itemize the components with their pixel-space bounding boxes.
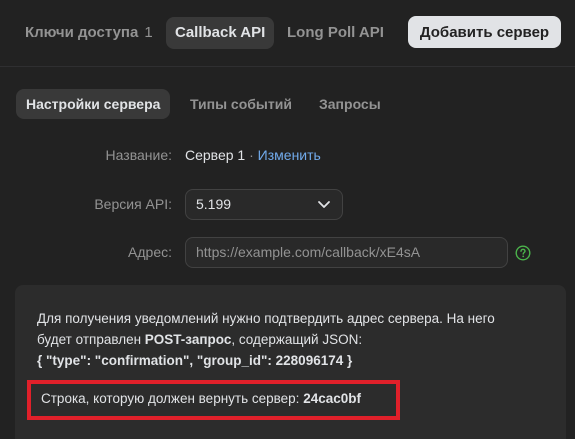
api-version-select[interactable]: 5.199: [185, 189, 343, 220]
post-request-text: POST-запрос: [144, 332, 232, 347]
json-example-text: { "type": "confirmation", "group_id": 22…: [37, 353, 353, 368]
edit-name-link[interactable]: Изменить: [258, 147, 321, 163]
confirmation-code-highlight: Строка, которую должен вернуть сервер: 2…: [27, 380, 400, 420]
info-line-2: будет отправлен POST-запрос, содержащий …: [37, 329, 547, 350]
server-name-value: Сервер 1: [185, 147, 246, 163]
callback-api-page: Ключи доступа 1 Callback API Long Poll AP…: [0, 0, 575, 439]
tab-event-types[interactable]: Типы событий: [180, 89, 302, 119]
info-line-2-post: , содержащий JSON:: [231, 332, 363, 347]
address-input[interactable]: https://example.com/callback/xE4sA: [185, 237, 508, 268]
tab-long-poll-api-label: Long Poll API: [287, 24, 384, 41]
tab-access-keys[interactable]: Ключи доступа 1: [16, 17, 162, 49]
name-label: Название:: [105, 147, 172, 163]
server-name-row: Сервер 1 · Изменить: [185, 147, 321, 163]
address-placeholder: https://example.com/callback/xE4sA: [196, 244, 421, 260]
info-line-1: Для получения уведомлений нужно подтверд…: [37, 311, 495, 326]
tab-server-settings-label: Настройки сервера: [26, 96, 161, 112]
address-label: Адрес:: [128, 244, 172, 260]
tab-callback-api[interactable]: Callback API: [166, 17, 275, 49]
tab-requests[interactable]: Запросы: [309, 89, 391, 119]
tab-access-keys-count: 1: [144, 24, 153, 41]
server-settings-panel: Настройки сервера Типы событий Запросы Н…: [0, 67, 575, 439]
api-version-value: 5.199: [196, 196, 232, 212]
tab-server-settings[interactable]: Настройки сервера: [16, 89, 171, 119]
info-line-2-pre: будет отправлен: [37, 332, 145, 347]
json-example: { "type": "confirmation", "group_id": 22…: [37, 350, 547, 371]
tab-callback-api-label: Callback API: [175, 24, 266, 41]
confirmation-string-row: Строка, которую должен вернуть сервер: 2…: [41, 391, 361, 406]
tab-requests-label: Запросы: [319, 96, 381, 112]
api-version-label: Версия API:: [94, 196, 172, 212]
confirmation-code[interactable]: 24cac0bf: [303, 391, 361, 406]
tab-event-types-label: Типы событий: [190, 96, 292, 112]
tab-access-keys-label: Ключи доступа: [25, 24, 139, 41]
help-icon[interactable]: [515, 245, 531, 261]
add-server-button[interactable]: Добавить сервер: [408, 16, 561, 48]
chevron-down-icon: [318, 201, 330, 208]
top-tab-bar: Ключи доступа 1 Callback API Long Poll AP…: [0, 0, 575, 67]
confirmation-info-text: Для получения уведомлений нужно подтверд…: [37, 308, 547, 371]
confirmation-string-label: Строка, которую должен вернуть сервер:: [41, 391, 304, 406]
tab-long-poll-api[interactable]: Long Poll API: [278, 17, 393, 49]
name-separator: ·: [245, 147, 258, 163]
confirmation-info-box: Для получения уведомлений нужно подтверд…: [15, 285, 566, 439]
